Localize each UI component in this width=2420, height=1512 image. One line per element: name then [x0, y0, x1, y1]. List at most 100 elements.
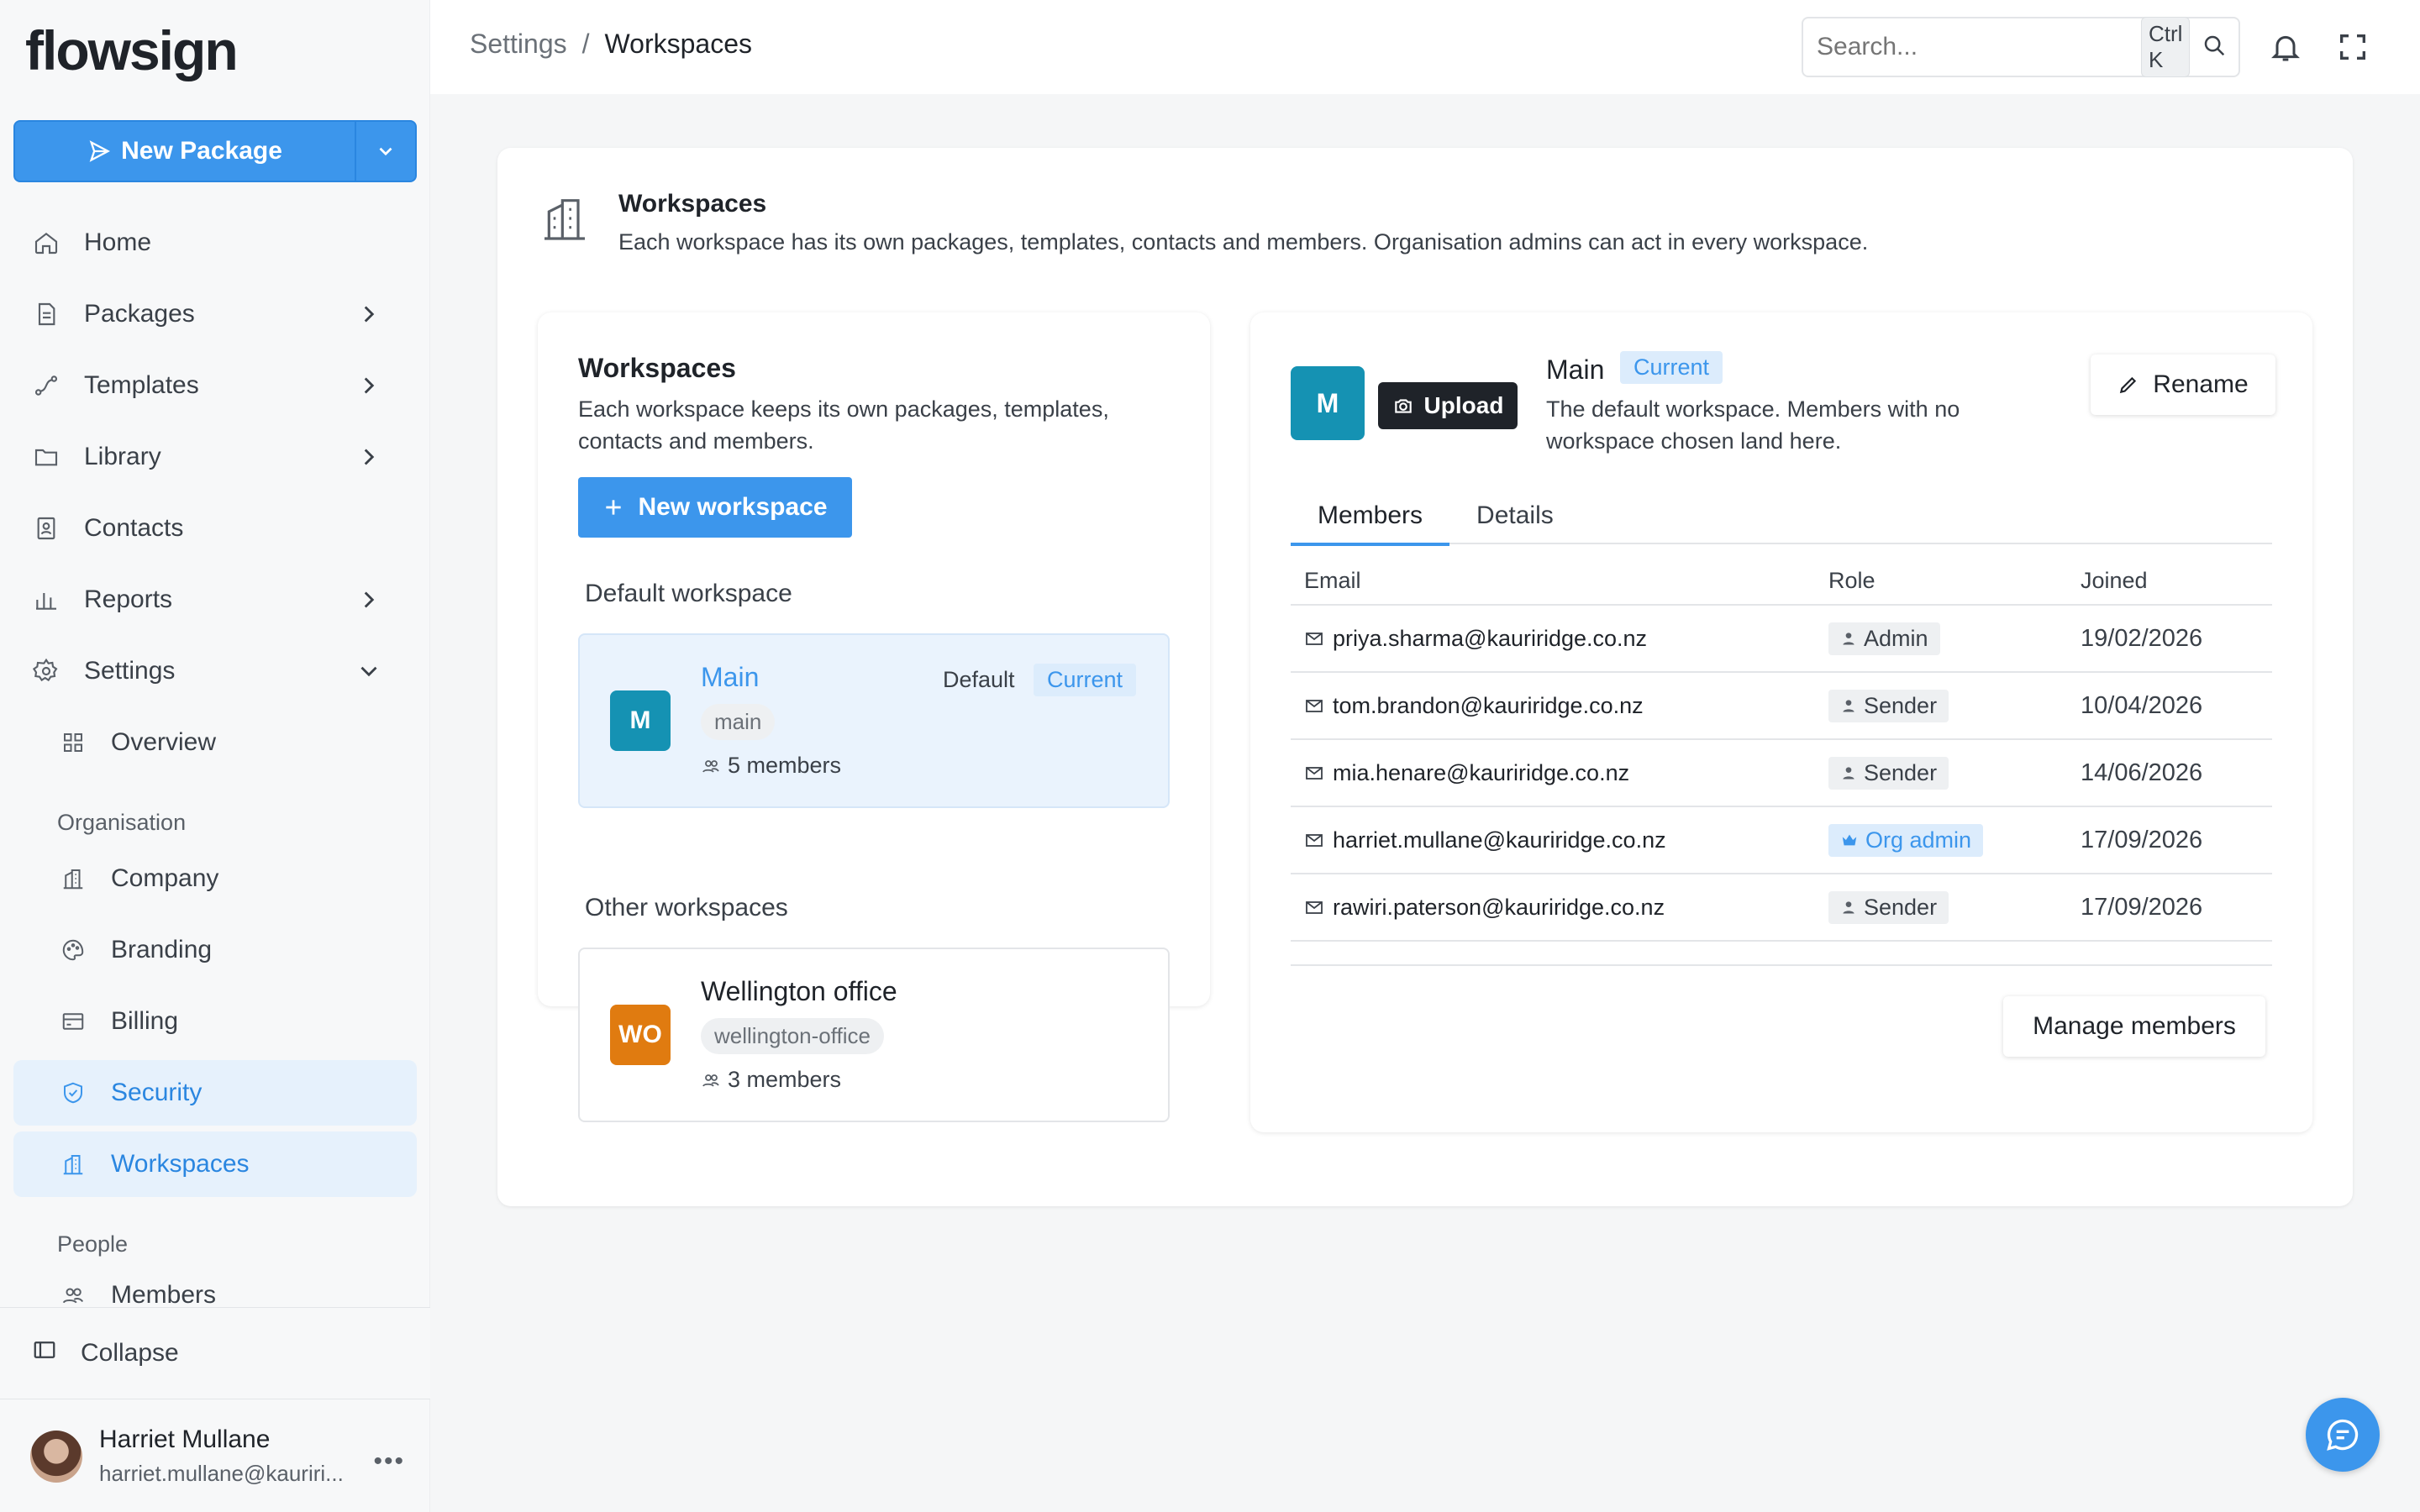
pencil-icon — [2120, 376, 2137, 394]
sidebar-item-settings[interactable]: Settings — [13, 638, 417, 704]
sidebar-item-label: Templates — [84, 371, 199, 399]
sidebar-toggle-icon — [32, 1337, 57, 1369]
sidebar-item-packages[interactable]: Packages — [13, 281, 417, 347]
sidebar-section-people: People — [57, 1231, 129, 1257]
workspace-description: The default workspace. Members with no w… — [1546, 396, 1960, 454]
upload-button[interactable]: Upload — [1378, 382, 1518, 429]
crown-icon — [1842, 834, 1857, 846]
mail-icon — [1306, 834, 1323, 847]
sidebar-item-label: Members — [111, 1281, 217, 1309]
bell-icon[interactable] — [2269, 30, 2302, 68]
sidebar-item-templates[interactable]: Templates — [13, 353, 417, 418]
sidebar-item-label: Company — [111, 864, 219, 892]
new-package-label: New Package — [121, 137, 282, 165]
building-icon — [538, 192, 592, 249]
panel-title: Workspaces — [578, 353, 736, 383]
default-label: Default — [943, 667, 1015, 692]
page-title: Workspaces — [618, 190, 767, 218]
collapse-label: Collapse — [81, 1339, 179, 1367]
gear-icon — [32, 657, 60, 685]
sidebar: flowsign New Package Home Packages Templ… — [0, 0, 430, 1512]
avatar — [30, 1430, 82, 1483]
default-workspace-heading: Default workspace — [585, 580, 792, 607]
mail-icon — [1306, 633, 1323, 645]
workspace-title: Main — [1546, 354, 1605, 385]
sidebar-item-label: Billing — [111, 1007, 179, 1035]
new-package-dropdown[interactable] — [355, 122, 415, 181]
sidebar-item-home[interactable]: Home — [13, 210, 417, 276]
sidebar-item-label: Branding — [111, 936, 213, 963]
bar-chart-icon — [32, 585, 60, 614]
search-icon[interactable] — [2202, 33, 2227, 62]
search-input[interactable] — [1817, 33, 2141, 61]
workspace-slug: wellington-office — [701, 1018, 884, 1054]
table-row[interactable]: priya.sharma@kauriridge.co.nz Admin 19/0… — [1291, 605, 2272, 673]
role-badge: Sender — [1828, 756, 1949, 790]
sidebar-item-branding[interactable]: Branding — [13, 917, 417, 983]
role-badge: Sender — [1828, 689, 1949, 722]
role-badge: Org admin — [1828, 823, 1984, 857]
new-package-button-group: New Package — [13, 120, 417, 182]
user-name: Harriet Mullane — [99, 1425, 271, 1453]
collapse-button[interactable]: Collapse — [0, 1307, 430, 1399]
page-description: Each workspace has its own packages, tem… — [618, 229, 1869, 255]
sidebar-item-contacts[interactable]: Contacts — [13, 496, 417, 561]
sidebar-item-library[interactable]: Library — [13, 424, 417, 490]
workspace-card-wellington[interactable]: WO Wellington office wellington-office 3… — [578, 948, 1170, 1122]
manage-members-button[interactable]: Manage members — [2003, 996, 2265, 1057]
new-package-button[interactable]: New Package — [15, 122, 355, 181]
user-icon — [1843, 901, 1854, 914]
more-icon[interactable]: ••• — [373, 1447, 405, 1476]
users-icon — [59, 1281, 87, 1310]
column-header-joined[interactable]: Joined — [2067, 558, 2272, 606]
breadcrumb-settings[interactable]: Settings — [470, 29, 567, 60]
role-badge: Admin — [1828, 622, 1940, 655]
workspaces-list-panel: Workspaces Each workspace keeps its own … — [538, 312, 1210, 1122]
role-label: Org admin — [1865, 827, 1972, 853]
workspace-detail-panel: M Upload Main Current The default worksp… — [1250, 312, 2312, 1132]
role-label: Admin — [1864, 625, 1928, 651]
sidebar-item-overview[interactable]: Overview — [13, 710, 417, 775]
logo-text: flowsign — [25, 19, 239, 81]
rename-label: Rename — [2153, 370, 2249, 398]
fullscreen-icon[interactable] — [2336, 30, 2370, 68]
logo[interactable]: flowsign — [25, 17, 239, 84]
chat-button[interactable] — [2306, 1398, 2380, 1472]
workspace-members-count: 5 members — [701, 753, 841, 779]
new-workspace-button[interactable]: New workspace — [578, 477, 852, 538]
sidebar-item-workspaces[interactable]: Workspaces — [13, 1131, 417, 1197]
member-joined: 17/09/2026 — [2067, 806, 2272, 874]
column-header-role[interactable]: Role — [1815, 558, 2067, 606]
table-row[interactable]: mia.henare@kauriridge.co.nz Sender 14/06… — [1291, 739, 2272, 807]
chevron-down-icon — [379, 147, 392, 156]
user-profile[interactable]: Harriet Mullane harriet.mullane@kauriri.… — [0, 1400, 430, 1512]
user-email: harriet.mullane@kauriri... — [99, 1461, 344, 1486]
workspace-card-main[interactable]: M Main main 5 members Default Current — [578, 633, 1170, 808]
sidebar-item-members[interactable]: Members — [13, 1268, 417, 1310]
credit-card-icon — [59, 1007, 87, 1036]
sidebar-item-reports[interactable]: Reports — [13, 567, 417, 633]
table-row[interactable]: rawiri.paterson@kauriridge.co.nz Sender … — [1291, 874, 2272, 942]
member-joined: 14/06/2026 — [2067, 739, 2272, 807]
workspace-avatar: WO — [610, 1005, 671, 1065]
sidebar-item-security[interactable]: Security — [13, 1060, 417, 1126]
sidebar-item-company[interactable]: Company — [13, 846, 417, 911]
rename-button[interactable]: Rename — [2091, 354, 2275, 415]
palette-icon — [59, 936, 87, 964]
workspace-avatar: M — [1291, 366, 1365, 440]
sidebar-item-billing[interactable]: Billing — [13, 989, 417, 1054]
chat-icon — [2327, 1419, 2359, 1451]
building-icon — [59, 1150, 87, 1179]
chevron-right-icon — [364, 377, 375, 394]
file-icon — [32, 300, 60, 328]
current-badge: Current — [1034, 664, 1137, 696]
tab-members[interactable]: Members — [1291, 487, 1450, 546]
table-row[interactable]: tom.brandon@kauriridge.co.nz Sender 10/0… — [1291, 672, 2272, 740]
upload-label: Upload — [1423, 392, 1504, 418]
sidebar-item-label: Home — [84, 228, 152, 256]
table-row[interactable]: harriet.mullane@kauriridge.co.nz Org adm… — [1291, 806, 2272, 874]
home-icon — [32, 228, 60, 257]
column-header-email[interactable]: Email — [1291, 558, 1815, 606]
tab-details[interactable]: Details — [1449, 487, 1581, 544]
members-table: Email Role Joined priya.sharma@kauriridg… — [1291, 558, 2272, 942]
